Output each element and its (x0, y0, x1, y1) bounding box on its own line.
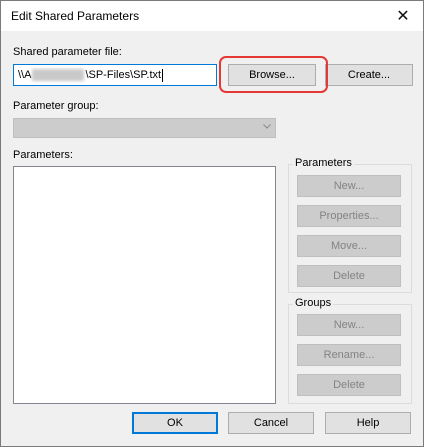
ok-button[interactable]: OK (132, 412, 218, 434)
parameter-group-label: Parameter group: (13, 100, 99, 112)
file-path-suffix: \SP-Files\SP.txt (85, 69, 162, 81)
cancel-button[interactable]: Cancel (228, 412, 314, 434)
group-delete-button[interactable]: Delete (297, 374, 401, 396)
redacted-path-segment (32, 69, 85, 81)
parameters-list[interactable] (13, 166, 276, 404)
parameter-group-select[interactable] (13, 118, 276, 138)
chevron-down-icon (263, 124, 271, 129)
groups-groupbox-legend: Groups (293, 297, 334, 309)
parameters-list-label: Parameters: (13, 149, 73, 161)
parameter-properties-button[interactable]: Properties... (297, 205, 401, 227)
group-rename-button[interactable]: Rename... (297, 344, 401, 366)
parameter-delete-button[interactable]: Delete (297, 265, 401, 287)
group-new-button[interactable]: New... (297, 314, 401, 336)
title-bar: Edit Shared Parameters ✕ (1, 1, 423, 31)
close-icon: ✕ (396, 8, 410, 25)
dialog-title: Edit Shared Parameters (11, 9, 140, 23)
parameter-move-button[interactable]: Move... (297, 235, 401, 257)
parameter-new-button[interactable]: New... (297, 175, 401, 197)
file-path-prefix: \\A (18, 69, 32, 81)
help-button[interactable]: Help (325, 412, 411, 434)
create-button[interactable]: Create... (325, 64, 413, 86)
parameters-groupbox-legend: Parameters (293, 157, 354, 169)
shared-parameter-file-label: Shared parameter file: (13, 46, 122, 58)
close-button[interactable]: ✕ (383, 1, 423, 31)
edit-shared-parameters-dialog: Edit Shared Parameters ✕ Shared paramete… (0, 0, 424, 447)
text-caret (162, 68, 164, 82)
browse-button[interactable]: Browse... (228, 64, 316, 86)
shared-parameter-file-input[interactable]: \\A \SP-Files\SP.txt (13, 64, 217, 86)
